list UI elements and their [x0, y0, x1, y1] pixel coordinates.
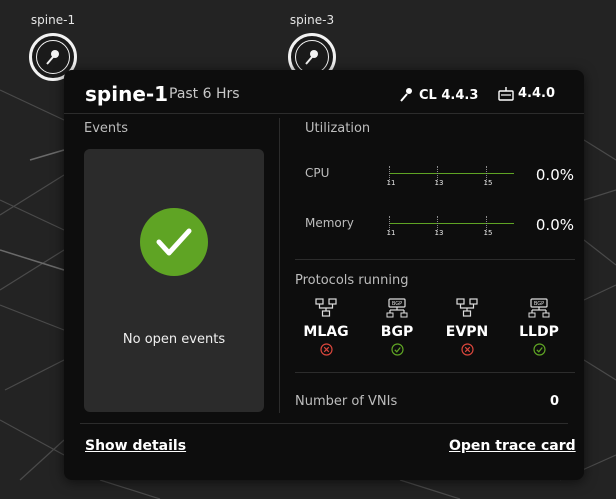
- events-panel: No open events: [84, 149, 264, 412]
- protocol-mlag: MLAG: [296, 298, 356, 356]
- agent-version: 4.4.0: [498, 86, 555, 101]
- column-divider: [279, 118, 280, 413]
- cpu-value: 0.0%: [535, 166, 574, 184]
- memory-value: 0.0%: [535, 216, 574, 234]
- events-title: Events: [84, 121, 129, 136]
- node-label: spine-1: [30, 13, 76, 27]
- hostname: spine-1: [85, 82, 169, 106]
- utilization-divider: [295, 259, 575, 260]
- switch-summary-card: spine-1 Past 6 Hrs CL 4.4.3 4.4.0 Events: [64, 70, 584, 480]
- time-period: Past 6 Hrs: [169, 86, 240, 102]
- error-circle-icon: [296, 343, 356, 356]
- protocol-name: MLAG: [303, 324, 349, 340]
- router-icon: BGP: [528, 298, 550, 318]
- cpu-label: CPU: [305, 166, 330, 180]
- vnis-label: Number of VNIs: [295, 394, 398, 409]
- svg-text:BGP: BGP: [534, 301, 544, 307]
- node-label: spine-3: [289, 13, 335, 27]
- os-version: CL 4.4.3: [397, 86, 478, 104]
- topology-icon: [315, 298, 337, 317]
- error-circle-icon: [437, 343, 497, 356]
- check-circle-icon: [367, 343, 427, 356]
- switch-icon: [46, 50, 59, 65]
- memory-tick: 15: [483, 229, 493, 237]
- router-icon: BGP: [386, 298, 408, 318]
- check-circle-icon: [509, 343, 569, 356]
- footer-divider: [80, 423, 568, 424]
- events-message: No open events: [122, 332, 226, 347]
- memory-tick: 11: [386, 229, 396, 237]
- utilization-title: Utilization: [305, 121, 371, 136]
- protocol-name: EVPN: [445, 324, 489, 340]
- protocol-lldp: BGP LLDP: [509, 298, 569, 356]
- open-trace-card-link[interactable]: Open trace card: [449, 438, 576, 454]
- cpu-tick: 11: [386, 179, 396, 187]
- check-circle-icon: [140, 208, 208, 276]
- protocols-list: MLAG BGP BGP EVPN BGP LLDP: [303, 298, 565, 368]
- memory-label: Memory: [305, 216, 354, 230]
- netq-agent-icon: [498, 86, 514, 101]
- protocols-title: Protocols running: [295, 273, 409, 288]
- cumulus-linux-icon: [400, 88, 412, 102]
- cpu-tick: 15: [483, 179, 493, 187]
- protocols-divider: [295, 372, 575, 373]
- memory-tick: 13: [434, 229, 444, 237]
- protocol-name: LLDP: [519, 324, 559, 340]
- switch-icon: [305, 50, 318, 65]
- topology-icon: [456, 298, 478, 317]
- svg-text:BGP: BGP: [392, 301, 402, 307]
- protocol-evpn: EVPN: [437, 298, 497, 356]
- protocol-name: BGP: [380, 324, 414, 340]
- cpu-tick: 13: [434, 179, 444, 187]
- os-version-text: CL 4.4.3: [419, 87, 479, 103]
- cpu-sparkline: 11 13 15: [386, 166, 514, 188]
- header-divider: [64, 113, 584, 114]
- vnis-value: 0: [550, 394, 560, 409]
- card-header: spine-1 Past 6 Hrs CL 4.4.3 4.4.0: [85, 82, 562, 112]
- agent-version-text: 4.4.0: [518, 86, 556, 101]
- show-details-link[interactable]: Show details: [85, 438, 186, 454]
- protocol-bgp: BGP BGP: [367, 298, 427, 356]
- memory-sparkline: 11 13 15: [386, 216, 514, 238]
